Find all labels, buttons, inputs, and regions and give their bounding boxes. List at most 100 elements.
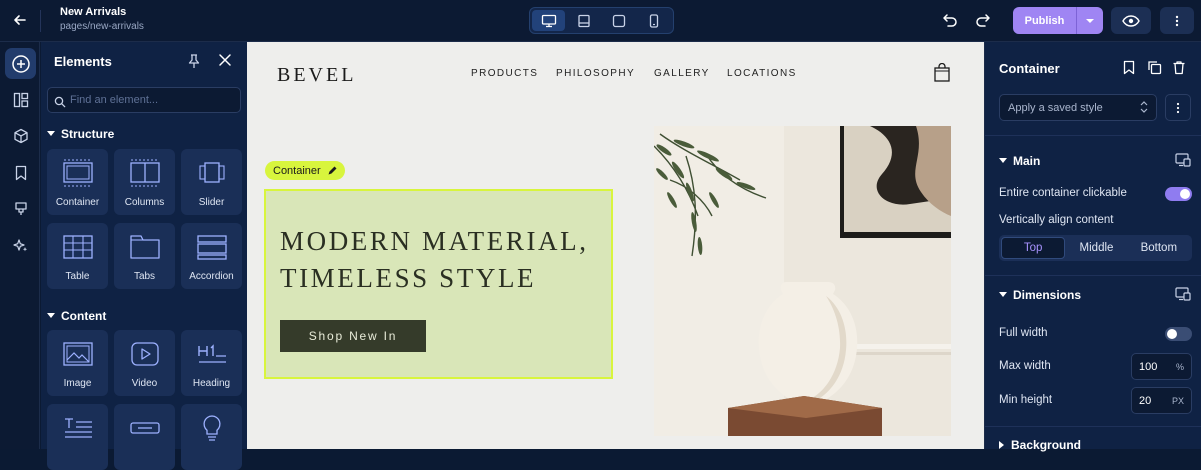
trash-icon[interactable]	[1172, 60, 1186, 80]
back-arrow-icon[interactable]	[8, 8, 32, 32]
element-search-input[interactable]	[70, 91, 235, 109]
tile-image[interactable]: Image	[47, 330, 108, 396]
top-bar: New Arrivals pages/new-arrivals Publish	[0, 0, 1201, 42]
valign-middle-option[interactable]: Middle	[1065, 237, 1127, 259]
clickable-toggle[interactable]	[1165, 187, 1192, 201]
section-main-label: Main	[1013, 154, 1041, 168]
close-icon[interactable]	[218, 53, 232, 72]
publish-label[interactable]: Publish	[1013, 7, 1077, 34]
desktop-icon	[541, 14, 556, 27]
min-height-input[interactable]: 20 PX	[1131, 387, 1192, 414]
columns-icon	[128, 158, 161, 188]
page-title: New Arrivals	[60, 6, 127, 18]
tile-accordion[interactable]: Accordion	[181, 223, 242, 289]
nav-link-products[interactable]: PRODUCTS	[471, 68, 538, 79]
selected-container-badge[interactable]: Container	[265, 161, 345, 180]
tablet-view-button[interactable]	[603, 10, 636, 31]
min-height-value: 20	[1139, 395, 1152, 407]
tile-label: Accordion	[189, 271, 234, 282]
left-rail	[0, 42, 40, 449]
elements-panel: Elements Structure Container Columns Sli…	[41, 42, 247, 470]
responsive-icon[interactable]	[1175, 153, 1191, 172]
editor-canvas[interactable]: BEVEL PRODUCTS PHILOSOPHY GALLERY LOCATI…	[247, 42, 984, 449]
hero-headline[interactable]: MODERN MATERIAL, TIMELESS STYLE	[280, 223, 610, 297]
full-width-toggle[interactable]	[1165, 327, 1192, 341]
section-content[interactable]: Content	[47, 309, 106, 323]
device-switcher	[529, 7, 674, 34]
nav-link-locations[interactable]: LOCATIONS	[727, 68, 797, 79]
shopping-bag-icon[interactable]	[933, 62, 951, 88]
valign-bottom-option[interactable]: Bottom	[1128, 237, 1190, 259]
slider-icon	[195, 158, 228, 188]
tile-columns[interactable]: Columns	[114, 149, 175, 215]
valign-segmented-control[interactable]: Top Middle Bottom	[999, 235, 1192, 261]
container-badge-label: Container	[273, 164, 321, 177]
site-logo[interactable]: BEVEL	[277, 64, 356, 87]
hero-image[interactable]	[654, 126, 951, 436]
section-main[interactable]: Main	[999, 154, 1040, 168]
responsive-icon[interactable]	[1175, 287, 1191, 306]
section-background-label: Background	[1011, 438, 1082, 452]
tile-video[interactable]: Video	[114, 330, 175, 396]
eye-icon	[1122, 14, 1140, 27]
tile-container[interactable]: Container	[47, 149, 108, 215]
properties-panel: Container Apply a saved style Main Entir…	[984, 42, 1201, 452]
shop-new-in-button[interactable]: Shop New In	[280, 320, 426, 352]
add-element-icon[interactable]	[5, 48, 36, 79]
max-width-label: Max width	[999, 360, 1051, 372]
selected-container[interactable]: MODERN MATERIAL, TIMELESS STYLE Shop New…	[264, 189, 613, 379]
min-height-unit[interactable]: PX	[1172, 396, 1184, 406]
toggle-knob	[1167, 329, 1177, 339]
saved-style-placeholder: Apply a saved style	[1008, 102, 1103, 114]
max-width-unit[interactable]: %	[1176, 362, 1184, 372]
tile-label: Slider	[198, 197, 225, 208]
nav-link-philosophy[interactable]: PHILOSOPHY	[556, 68, 635, 79]
tile-heading[interactable]: Heading	[181, 330, 242, 396]
duplicate-icon[interactable]	[1147, 60, 1162, 80]
saved-style-more-button[interactable]	[1165, 94, 1191, 121]
valign-top-option[interactable]: Top	[1001, 237, 1066, 259]
desktop-view-button[interactable]	[532, 10, 566, 31]
hero-headline-line-1: MODERN MATERIAL,	[280, 226, 589, 256]
bookmark-icon[interactable]	[1123, 60, 1135, 80]
tile-icon[interactable]	[181, 404, 242, 470]
section-background[interactable]: Background	[999, 438, 1081, 452]
saved-style-select[interactable]: Apply a saved style	[999, 94, 1157, 121]
more-options-button[interactable]	[1160, 7, 1194, 34]
laptop-view-button[interactable]	[567, 10, 600, 31]
tile-label: Table	[65, 271, 90, 282]
tile-table[interactable]: Table	[47, 223, 108, 289]
bookmark-icon[interactable]	[5, 157, 36, 188]
undo-icon[interactable]	[940, 9, 960, 31]
redo-icon[interactable]	[973, 9, 993, 31]
max-width-input[interactable]: 100 %	[1131, 353, 1192, 380]
container-icon	[61, 158, 94, 188]
caret-down-icon	[47, 131, 55, 136]
mobile-view-button[interactable]	[638, 10, 671, 31]
table-icon	[61, 232, 94, 262]
lightbulb-icon	[195, 413, 228, 443]
preview-button[interactable]	[1111, 7, 1151, 34]
nav-link-gallery[interactable]: GALLERY	[654, 68, 710, 79]
caret-down-icon	[999, 292, 1007, 297]
tile-text[interactable]	[47, 404, 108, 470]
min-height-label: Min height	[999, 394, 1053, 406]
caret-down-icon	[999, 158, 1007, 163]
element-search[interactable]	[47, 87, 241, 113]
button-icon	[128, 413, 161, 443]
elements-panel-title: Elements	[54, 54, 112, 69]
layout-icon[interactable]	[5, 84, 36, 115]
cube-icon[interactable]	[5, 120, 36, 151]
publish-button[interactable]: Publish	[1013, 7, 1103, 34]
hero-headline-line-2: TIMELESS STYLE	[280, 263, 537, 293]
brush-icon[interactable]	[5, 193, 36, 224]
tile-button[interactable]	[114, 404, 175, 470]
pin-icon[interactable]	[187, 53, 201, 74]
tile-slider[interactable]: Slider	[181, 149, 242, 215]
chevron-down-icon[interactable]	[1077, 7, 1103, 34]
tile-tabs[interactable]: Tabs	[114, 223, 175, 289]
section-dimensions[interactable]: Dimensions	[999, 288, 1081, 302]
section-structure[interactable]: Structure	[47, 127, 114, 141]
section-dimensions-label: Dimensions	[1013, 288, 1082, 302]
sparkle-icon[interactable]	[5, 230, 36, 261]
